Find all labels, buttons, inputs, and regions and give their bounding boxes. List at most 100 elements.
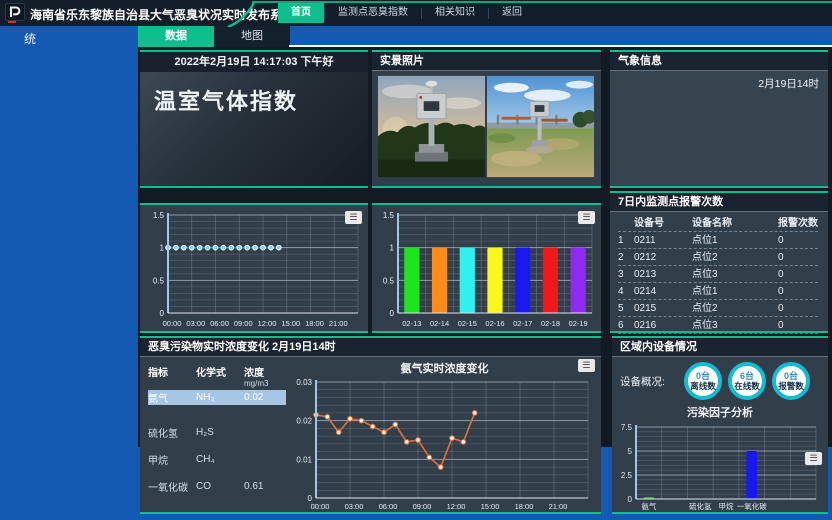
pollution-factor-title: 污染因子分析	[612, 402, 828, 420]
svg-text:1: 1	[390, 244, 395, 253]
odor-panel-title: 恶臭污染物实时浓度变化 2月19日14时	[140, 338, 601, 357]
svg-text:02-19: 02-19	[569, 319, 588, 328]
svg-text:18:00: 18:00	[305, 319, 324, 328]
alarm-table: 设备号 设备名称 报警次数 10211 点位10 20212 点位20 3021…	[610, 212, 828, 334]
ammonia-trend-line-chart: 00.010.020.0300:0003:0006:0009:0012:0015…	[290, 376, 598, 512]
col-alarm-count: 报警次数	[778, 215, 818, 232]
svg-text:1.5: 1.5	[153, 211, 165, 220]
svg-text:12:00: 12:00	[258, 319, 277, 328]
chart-menu-icon[interactable]: ☰	[578, 211, 595, 224]
greeting-banner-area: 温室气体指数	[140, 72, 368, 186]
svg-text:00:00: 00:00	[311, 502, 330, 511]
weather-panel: 气象信息 2月19日14时	[610, 50, 828, 188]
odor-row-ammonia[interactable]: 氨气 NH₃ 0.02	[148, 390, 286, 405]
svg-text:氨气: 氨气	[641, 501, 656, 511]
chart-menu-icon[interactable]: ☰	[578, 359, 595, 372]
svg-text:02-15: 02-15	[458, 319, 477, 328]
svg-text:21:00: 21:00	[549, 502, 568, 511]
daily-index-chart-panel: ☰ 0 0.5 1 1.5 02-13 02-14 02-15 02-16 02-17 02-18…	[372, 203, 601, 333]
col-concentration: 浓度 mg/m3	[244, 364, 284, 388]
ammonia-trend-chart-area: 氨气实时浓度变化 ☰ 00.010.020.0300:0003:0006:000…	[288, 357, 601, 512]
weather-panel-title: 气象信息	[610, 52, 828, 71]
svg-text:03:00: 03:00	[186, 319, 205, 328]
daily-index-bar-chart: 0 0.5 1 1.5 02-13 02-14 02-15 02-16 02-17 02-18 02…	[374, 207, 600, 329]
svg-text:02-13: 02-13	[402, 319, 421, 328]
svg-text:02-16: 02-16	[485, 319, 504, 328]
svg-text:0.01: 0.01	[296, 455, 312, 464]
online-count-badge: 6台 在线数	[728, 362, 766, 400]
odor-row-ch4[interactable]: 甲烷 CH₄	[148, 452, 286, 467]
alarm-row: 30213 点位30	[618, 266, 818, 283]
svg-text:7.5: 7.5	[621, 423, 633, 432]
svg-text:0.5: 0.5	[153, 276, 165, 285]
svg-text:02-14: 02-14	[430, 319, 449, 328]
title-overflow-text: 统	[24, 30, 36, 47]
svg-text:0.5: 0.5	[383, 276, 395, 285]
svg-text:甲烷: 甲烷	[719, 501, 734, 511]
alarm-row: 20212 点位20	[618, 249, 818, 266]
photos-panel-title: 实景照片	[372, 52, 601, 71]
svg-text:5: 5	[628, 447, 633, 456]
nav-item-back[interactable]: 返回	[489, 3, 535, 23]
svg-text:1: 1	[160, 244, 165, 253]
svg-text:0.03: 0.03	[296, 378, 312, 387]
tab-underline	[289, 45, 832, 47]
alarm-row: 10211 点位10	[618, 232, 818, 249]
svg-text:09:00: 09:00	[234, 319, 253, 328]
odor-row-co[interactable]: 一氧化碳 CO 0.61	[148, 479, 286, 494]
datetime-text: 2022年2月19日 14:17:03 下午好	[140, 52, 368, 72]
device-overview: 设备概况: 0台 离线数 6台 在线数 0台 报警数	[612, 357, 828, 402]
nav-item-odor-index[interactable]: 监测点恶臭指数	[325, 3, 421, 23]
svg-text:00:00: 00:00	[163, 319, 182, 328]
odor-pollutant-panel: 恶臭污染物实时浓度变化 2月19日14时 指标 化学式 浓度 mg/m3 氨气 …	[140, 336, 601, 514]
odor-row-h2s[interactable]: 硫化氢 H₂S	[148, 425, 286, 440]
nav-item-knowledge[interactable]: 相关知识	[422, 3, 488, 23]
svg-text:02-17: 02-17	[513, 319, 532, 328]
svg-text:1.5: 1.5	[383, 211, 395, 220]
device-overview-label: 设备概况:	[620, 374, 678, 389]
area-devices-panel: 区域内设备情况 设备概况: 0台 离线数 6台 在线数 0台 报警数 污染因子分…	[612, 336, 828, 514]
svg-text:02-18: 02-18	[541, 319, 560, 328]
greenhouse-index-line-chart: 00.511.500:0003:0006:0009:0012:0015:0018…	[142, 207, 366, 329]
ammonia-chart-title: 氨气实时浓度变化	[288, 357, 601, 376]
alarm-row: 50215 点位20	[618, 300, 818, 317]
devices-panel-title: 区域内设备情况	[612, 338, 828, 357]
svg-text:06:00: 06:00	[210, 319, 229, 328]
tab-data[interactable]: 数据	[138, 26, 214, 47]
svg-text:03:00: 03:00	[345, 502, 364, 511]
alarm-panel-title: 7日内监测点报警次数	[610, 193, 828, 212]
svg-text:2.5: 2.5	[621, 471, 633, 480]
top-nav-bar: 海南省乐东黎族自治县大气恶臭状况实时发布系 首页 监测点恶臭指数 相关知识 返回	[0, 0, 832, 26]
col-device-id: 设备号	[634, 215, 692, 232]
site-photo-1	[378, 74, 485, 179]
site-photo-2	[487, 74, 594, 179]
nav-swoosh-decoration	[226, 1, 256, 27]
odor-table: 指标 化学式 浓度 mg/m3 氨气 NH₃ 0.02 硫化氢 H₂S 甲烷 C…	[140, 357, 288, 512]
alarm-row: 40214 点位10	[618, 283, 818, 300]
tab-map[interactable]: 地图	[214, 26, 290, 47]
svg-text:0.02: 0.02	[296, 417, 312, 426]
alarm-table-header: 设备号 设备名称 报警次数	[618, 215, 818, 232]
tab-bar: 数据 地图	[0, 26, 832, 47]
svg-text:0: 0	[160, 309, 165, 318]
svg-text:09:00: 09:00	[413, 502, 432, 511]
offline-count-badge: 0台 离线数	[684, 362, 722, 400]
alarm-count-badge: 0台 报警数	[772, 362, 810, 400]
col-indicator: 指标	[148, 364, 196, 379]
unit-label: mg/m3	[244, 379, 284, 388]
main-nav-menu: 首页 监测点恶臭指数 相关知识 返回	[278, 3, 535, 23]
svg-text:0: 0	[390, 309, 395, 318]
col-device-name: 设备名称	[692, 215, 778, 232]
nav-item-home[interactable]: 首页	[278, 3, 324, 23]
banner-title: 温室气体指数	[140, 72, 368, 116]
svg-text:21:00: 21:00	[329, 319, 348, 328]
svg-text:硫化氢: 硫化氢	[689, 501, 712, 511]
greenhouse-index-chart-panel: ☰ 00.511.500:0003:0006:0009:0012:0015:00…	[140, 203, 368, 333]
app-logo-icon	[5, 3, 25, 23]
weather-time: 2月19日14时	[610, 71, 828, 91]
svg-text:18:00: 18:00	[515, 502, 534, 511]
chart-menu-icon[interactable]: ☰	[345, 211, 362, 224]
alarm-row: 60216 点位30	[618, 317, 818, 334]
chart-menu-icon[interactable]: ☰	[805, 452, 822, 465]
svg-text:12:00: 12:00	[447, 502, 466, 511]
